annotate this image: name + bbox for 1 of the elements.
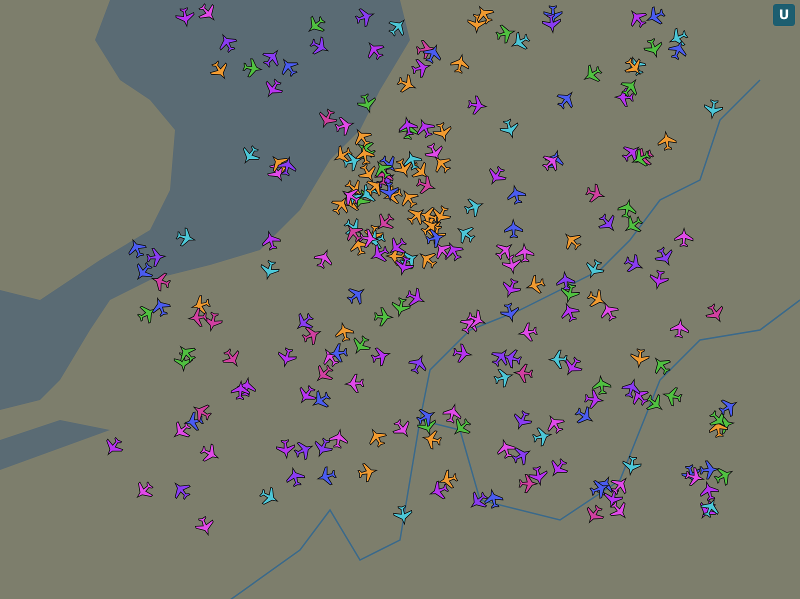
toolbar-button[interactable]: U xyxy=(773,4,795,26)
